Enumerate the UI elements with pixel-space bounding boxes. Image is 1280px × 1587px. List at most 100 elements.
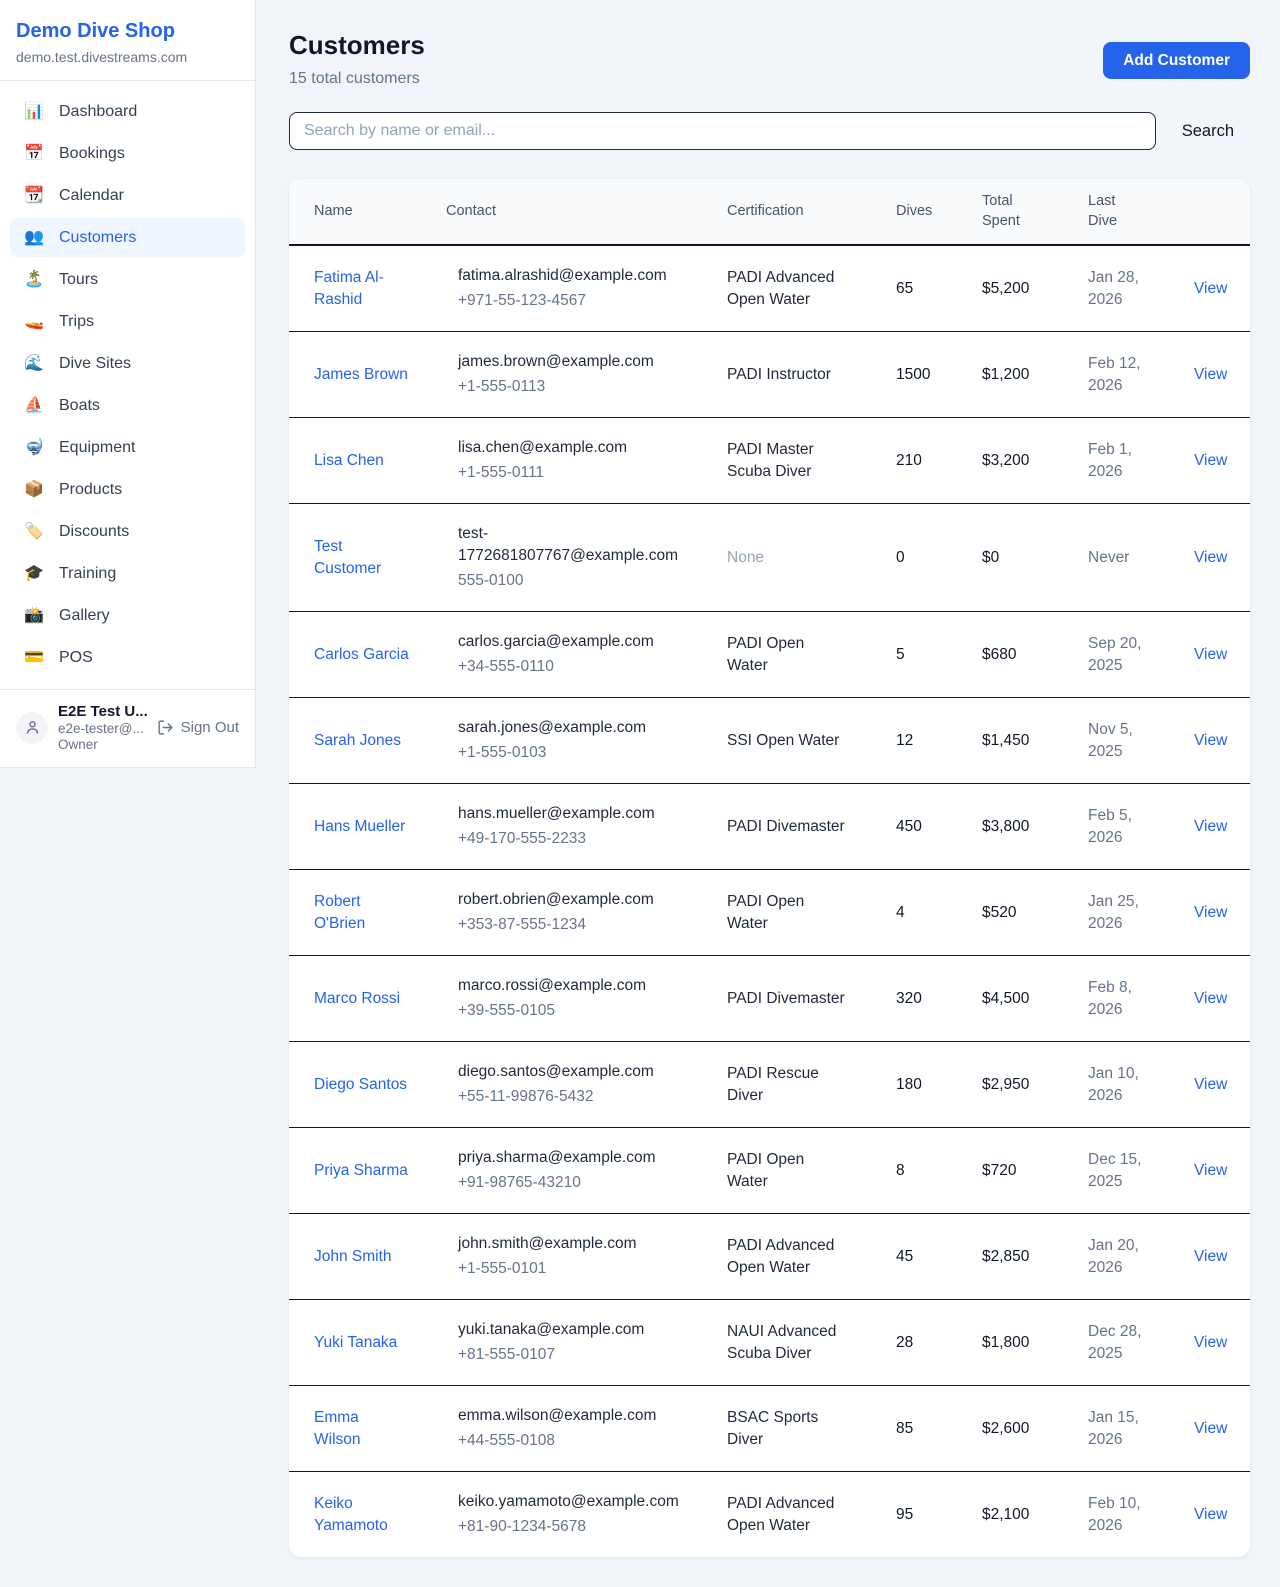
shop-name: Demo Dive Shop xyxy=(16,19,239,44)
customer-last-dive: Jan 10, 2026 xyxy=(1076,1042,1182,1128)
search-button[interactable]: Search xyxy=(1156,122,1250,141)
sidebar-item-dive-sites[interactable]: 🌊 Dive Sites xyxy=(10,344,245,384)
view-link[interactable]: View xyxy=(1194,904,1227,921)
sidebar-item-customers[interactable]: 👥 Customers xyxy=(10,218,245,258)
calendar-date-icon: 📅 xyxy=(24,146,44,162)
view-link[interactable]: View xyxy=(1194,549,1227,566)
sidebar-item-trips[interactable]: 🚤 Trips xyxy=(10,302,245,342)
table-header-row: Name Contact Certification Dives Total S… xyxy=(289,179,1250,245)
view-link[interactable]: View xyxy=(1194,452,1227,469)
customer-name-link[interactable]: Diego Santos xyxy=(314,1076,407,1093)
customer-total-spent: $520 xyxy=(970,870,1076,956)
search-input[interactable] xyxy=(289,112,1156,150)
customer-dives: 320 xyxy=(884,956,970,1042)
sidebar-item-label: Equipment xyxy=(59,437,136,459)
view-link[interactable]: View xyxy=(1194,1334,1227,1351)
label-tag-icon: 🏷️ xyxy=(24,524,44,540)
sidebar-item-label: Tours xyxy=(59,269,98,291)
add-customer-button[interactable]: Add Customer xyxy=(1103,42,1250,79)
customer-last-dive: Nov 5, 2025 xyxy=(1076,698,1182,784)
customer-name-link[interactable]: Yuki Tanaka xyxy=(314,1334,397,1351)
customer-dives: 180 xyxy=(884,1042,970,1128)
customer-dives: 1500 xyxy=(884,332,970,418)
view-link[interactable]: View xyxy=(1194,646,1227,663)
customer-name-link[interactable]: Sarah Jones xyxy=(314,732,401,749)
customer-phone: 555-0100 xyxy=(458,570,678,592)
sidebar-item-calendar[interactable]: 📆 Calendar xyxy=(10,176,245,216)
sidebar-item-gallery[interactable]: 📸 Gallery xyxy=(10,596,245,636)
user-box: E2E Test U... e2e-tester@... Owner Sign … xyxy=(0,689,255,767)
customer-name-link[interactable]: John Smith xyxy=(314,1248,392,1265)
customer-name-link[interactable]: Robert O'Brien xyxy=(314,893,365,932)
view-link[interactable]: View xyxy=(1194,818,1227,835)
view-link[interactable]: View xyxy=(1194,1076,1227,1093)
view-link[interactable]: View xyxy=(1194,1506,1227,1523)
customer-total-spent: $4,500 xyxy=(970,956,1076,1042)
customer-dives: 85 xyxy=(884,1386,970,1472)
customer-certification: NAUI Advanced Scuba Diver xyxy=(727,1323,836,1362)
sidebar-item-pos[interactable]: 💳 POS xyxy=(10,638,245,678)
customer-name-link[interactable]: Keiko Yamamoto xyxy=(314,1495,388,1534)
customer-name-link[interactable]: Carlos Garcia xyxy=(314,646,409,663)
page-header: Customers 15 total customers Add Custome… xyxy=(289,30,1250,88)
view-link[interactable]: View xyxy=(1194,280,1227,297)
customer-phone: +39-555-0105 xyxy=(458,1000,678,1022)
sidebar-item-label: Discounts xyxy=(59,521,129,543)
customer-total-spent: $2,850 xyxy=(970,1214,1076,1300)
customer-certification: PADI Divemaster xyxy=(727,818,845,835)
sidebar-item-tours[interactable]: 🏝️ Tours xyxy=(10,260,245,300)
customer-total-spent: $1,800 xyxy=(970,1300,1076,1386)
view-link[interactable]: View xyxy=(1194,1162,1227,1179)
table-row: Yuki Tanaka yuki.tanaka@example.com +81-… xyxy=(289,1300,1250,1386)
customer-name-link[interactable]: Priya Sharma xyxy=(314,1162,408,1179)
user-email: e2e-tester@... xyxy=(58,721,147,736)
customer-last-dive: Feb 1, 2026 xyxy=(1076,418,1182,504)
customer-last-dive: Never xyxy=(1076,504,1182,612)
credit-card-icon: 💳 xyxy=(24,650,44,666)
view-link[interactable]: View xyxy=(1194,366,1227,383)
customer-count: 15 total customers xyxy=(289,70,425,88)
camera-flash-icon: 📸 xyxy=(24,608,44,624)
sidebar-item-products[interactable]: 📦 Products xyxy=(10,470,245,510)
table-row: Marco Rossi marco.rossi@example.com +39-… xyxy=(289,956,1250,1042)
customer-email: emma.wilson@example.com xyxy=(458,1405,678,1427)
customer-total-spent: $0 xyxy=(970,504,1076,612)
page-title: Customers xyxy=(289,30,425,61)
customer-last-dive: Jan 20, 2026 xyxy=(1076,1214,1182,1300)
customer-name-link[interactable]: Fatima Al-Rashid xyxy=(314,269,384,308)
customer-name-link[interactable]: Emma Wilson xyxy=(314,1409,361,1448)
speedboat-icon: 🚤 xyxy=(24,314,44,330)
sidebar-item-equipment[interactable]: 🤿 Equipment xyxy=(10,428,245,468)
table-row: James Brown james.brown@example.com +1-5… xyxy=(289,332,1250,418)
customer-email: keiko.yamamoto@example.com xyxy=(458,1491,678,1513)
customer-name-link[interactable]: James Brown xyxy=(314,366,408,383)
view-link[interactable]: View xyxy=(1194,1248,1227,1265)
sidebar-item-discounts[interactable]: 🏷️ Discounts xyxy=(10,512,245,552)
customer-name-link[interactable]: Marco Rossi xyxy=(314,990,400,1007)
customer-certification: None xyxy=(727,549,764,566)
user-info: E2E Test U... e2e-tester@... Owner xyxy=(58,703,147,752)
view-link[interactable]: View xyxy=(1194,1420,1227,1437)
sidebar-item-boats[interactable]: ⛵ Boats xyxy=(10,386,245,426)
sidebar-item-dashboard[interactable]: 📊 Dashboard xyxy=(10,92,245,132)
customer-last-dive: Feb 8, 2026 xyxy=(1076,956,1182,1042)
customer-email: test-1772681807767@example.com xyxy=(458,523,678,567)
main-content: Customers 15 total customers Add Custome… xyxy=(256,0,1280,1587)
column-header-dives: Dives xyxy=(884,179,970,245)
sidebar-item-training[interactable]: 🎓 Training xyxy=(10,554,245,594)
customer-last-dive: Sep 20, 2025 xyxy=(1076,612,1182,698)
wave-icon: 🌊 xyxy=(24,356,44,372)
sidebar-item-label: Dashboard xyxy=(59,101,137,123)
sign-out-button[interactable]: Sign Out xyxy=(157,719,239,736)
view-link[interactable]: View xyxy=(1194,732,1227,749)
sidebar-item-label: Bookings xyxy=(59,143,125,165)
sidebar-item-bookings[interactable]: 📅 Bookings xyxy=(10,134,245,174)
sidebar-item-label: Gallery xyxy=(59,605,110,627)
view-link[interactable]: View xyxy=(1194,990,1227,1007)
customer-name-link[interactable]: Hans Mueller xyxy=(314,818,405,835)
customer-name-link[interactable]: Test Customer xyxy=(314,538,381,577)
customer-certification: PADI Advanced Open Water xyxy=(727,1237,834,1276)
customer-last-dive: Dec 15, 2025 xyxy=(1076,1128,1182,1214)
table-row: Hans Mueller hans.mueller@example.com +4… xyxy=(289,784,1250,870)
customer-name-link[interactable]: Lisa Chen xyxy=(314,452,384,469)
